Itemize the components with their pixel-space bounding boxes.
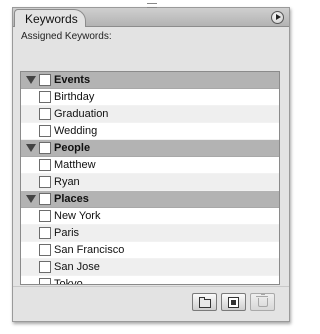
keyword-row-wedding[interactable]: Wedding xyxy=(21,123,279,140)
keyword-checkbox[interactable] xyxy=(39,261,51,273)
new-keyword-button[interactable] xyxy=(221,293,246,311)
keyword-checkbox[interactable] xyxy=(39,210,51,222)
panel-footer xyxy=(13,286,289,321)
keyword-row-paris[interactable]: Paris xyxy=(21,225,279,242)
new-folder-icon xyxy=(199,297,211,308)
keywords-list: Events Birthday Graduation Wedding Peopl… xyxy=(20,71,280,285)
panel-titlebar: Keywords xyxy=(13,8,289,27)
assigned-keywords-label: Assigned Keywords: xyxy=(21,31,112,42)
keyword-row-san-jose[interactable]: San Jose xyxy=(21,259,279,276)
keyword-checkbox[interactable] xyxy=(39,227,51,239)
tab-keywords-label: Keywords xyxy=(25,12,78,26)
expand-triangle-icon[interactable] xyxy=(26,144,36,152)
keyword-row-san-francisco[interactable]: San Francisco xyxy=(21,242,279,259)
category-row-events[interactable]: Events xyxy=(21,72,279,89)
category-label: Places xyxy=(54,193,89,205)
keyword-checkbox[interactable] xyxy=(39,244,51,256)
keyword-label: Graduation xyxy=(54,108,109,120)
keyword-row-ryan[interactable]: Ryan xyxy=(21,174,279,191)
keyword-label: San Francisco xyxy=(54,244,125,256)
tab-keywords[interactable]: Keywords xyxy=(14,9,86,27)
keyword-label: San Jose xyxy=(54,261,100,273)
keyword-row-graduation[interactable]: Graduation xyxy=(21,106,279,123)
category-checkbox[interactable] xyxy=(39,193,51,205)
keyword-label: Birthday xyxy=(54,91,95,103)
category-label: Events xyxy=(54,74,91,86)
keyword-row-new-york[interactable]: New York xyxy=(21,208,279,225)
keyword-checkbox[interactable] xyxy=(39,108,51,120)
category-row-places[interactable]: Places xyxy=(21,191,279,208)
keyword-label: New York xyxy=(54,210,101,222)
keyword-checkbox[interactable] xyxy=(39,176,51,188)
category-row-people[interactable]: People xyxy=(21,140,279,157)
delete-keyword-button[interactable] xyxy=(250,293,275,311)
new-keyword-icon xyxy=(228,297,239,308)
keyword-checkbox[interactable] xyxy=(39,159,51,171)
keyword-label: Paris xyxy=(54,227,80,239)
category-checkbox[interactable] xyxy=(39,142,51,154)
keyword-label: Matthew xyxy=(54,159,96,171)
keyword-row-matthew[interactable]: Matthew xyxy=(21,157,279,174)
expand-triangle-icon[interactable] xyxy=(26,195,36,203)
keyword-label: Ryan xyxy=(54,176,80,188)
keywords-panel: Keywords Assigned Keywords: Events Birth… xyxy=(12,3,290,322)
keyword-checkbox[interactable] xyxy=(39,278,51,284)
category-checkbox[interactable] xyxy=(39,74,51,86)
expand-triangle-icon[interactable] xyxy=(26,76,36,84)
keyword-label: Tokyo xyxy=(54,278,83,285)
keyword-checkbox[interactable] xyxy=(39,125,51,137)
panel-menu-button[interactable] xyxy=(271,11,284,24)
keyword-row-birthday[interactable]: Birthday xyxy=(21,89,279,106)
trash-icon xyxy=(256,294,268,307)
category-label: People xyxy=(54,142,91,154)
new-keyword-set-button[interactable] xyxy=(192,293,217,311)
keyword-label: Wedding xyxy=(54,125,98,137)
keyword-row-tokyo[interactable]: Tokyo xyxy=(21,276,279,285)
keyword-checkbox[interactable] xyxy=(39,91,51,103)
